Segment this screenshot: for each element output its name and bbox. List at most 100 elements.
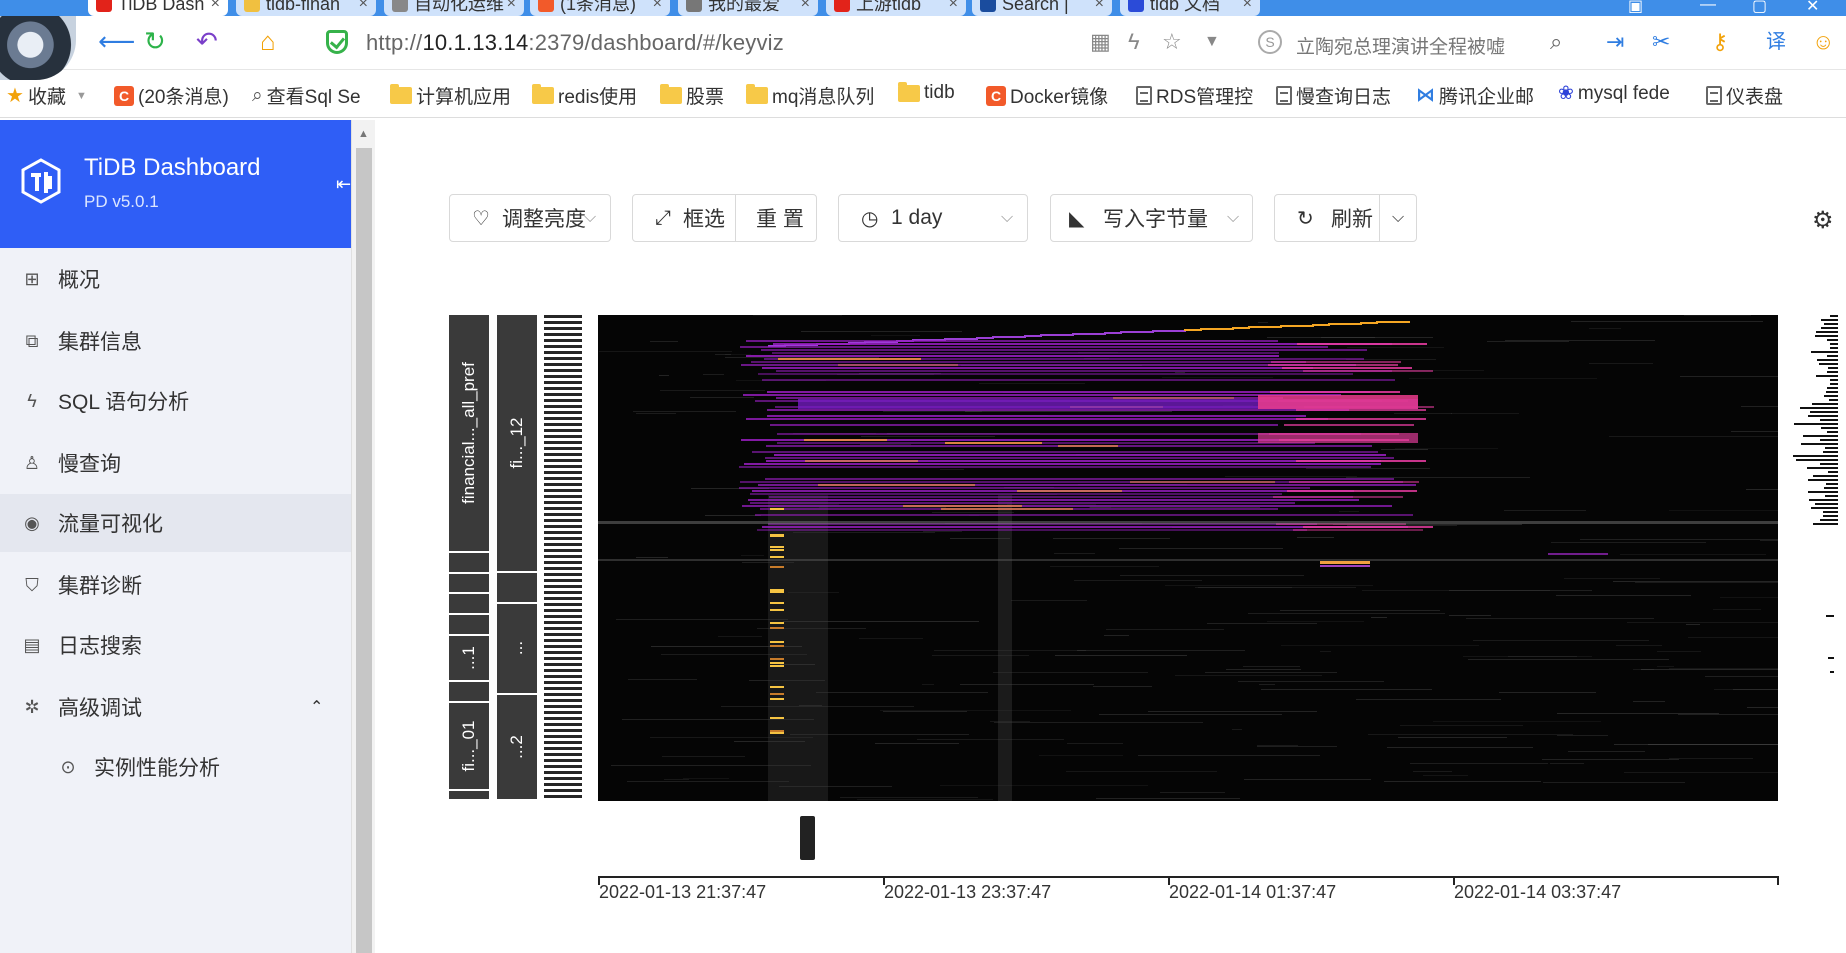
close-window-icon[interactable]: ✕	[1806, 0, 1819, 16]
heatmap-cell	[1296, 409, 1426, 411]
key-label-block[interactable]: fi..._01	[449, 702, 489, 791]
time-brush-handle[interactable]	[800, 816, 815, 860]
translate-icon[interactable]: 译	[1766, 30, 1786, 54]
close-icon[interactable]: ×	[1243, 0, 1252, 14]
bookmark-item[interactable]: ❀ mysql fede	[1558, 82, 1670, 105]
key-label-block[interactable]: ...	[497, 603, 537, 695]
bookmark-item[interactable]: ⋈ 腾讯企业邮	[1416, 82, 1534, 109]
time-range-select[interactable]: ◷ 1 day ⌵	[838, 194, 1028, 242]
auto-refresh-dropdown[interactable]: ⌵	[1379, 194, 1417, 242]
keyviz-heatmap[interactable]	[598, 315, 1778, 801]
maximize-icon[interactable]: ▢	[1752, 0, 1767, 16]
refresh-button[interactable]: ↻ 刷新	[1274, 194, 1380, 242]
scroll-up-icon[interactable]: ▲	[358, 128, 369, 140]
close-icon[interactable]: ×	[949, 0, 958, 14]
url-field[interactable]: http://10.1.13.14:2379/dashboard/#/keyvi…	[366, 30, 784, 56]
key-label-block[interactable]	[449, 790, 489, 801]
heatmap-cell	[875, 743, 959, 744]
heatmap-cell	[880, 710, 1071, 711]
browser-tab[interactable]: TiDB Dash ×	[88, 0, 228, 16]
brightness-button[interactable]: ♡ 调整亮度 ⌵	[449, 194, 611, 242]
heatmap-cell	[1011, 600, 1087, 601]
box-select-button[interactable]: ⤢ 框选	[632, 194, 736, 242]
sidebar-item-bell[interactable]: ♙ 慢查询	[0, 434, 351, 492]
sidebar-item-grid[interactable]: ⊞ 概况	[0, 250, 351, 308]
settings-gear-icon[interactable]: ⚙	[1812, 206, 1834, 235]
lightning-icon[interactable]: ϟ	[1128, 30, 1140, 54]
restore-icon[interactable]: ▣	[1628, 0, 1643, 16]
chevron-down-icon[interactable]: ▼	[1204, 30, 1220, 54]
bookmark-item[interactable]: 计算机应用	[390, 82, 511, 109]
reset-button[interactable]: 重 置	[735, 194, 817, 242]
sidebar-scrollbar[interactable]: ▲	[351, 120, 375, 953]
browser-tab[interactable]: 我的最爱 ×	[678, 0, 818, 16]
browser-tab[interactable]: Search | ×	[972, 0, 1112, 16]
close-icon[interactable]: ×	[653, 0, 662, 14]
close-icon[interactable]: ×	[801, 0, 810, 14]
sidebar-item-cluster[interactable]: ⧉ 集群信息	[0, 312, 351, 370]
bookmark-item[interactable]: 仪表盘	[1706, 82, 1783, 109]
browser-tab[interactable]: 自动化运维 ×	[384, 0, 524, 16]
sidebar-item-label: 高级调试	[58, 697, 142, 720]
sidebar-item-bug[interactable]: ✲ 高级调试 ⌃	[0, 678, 351, 736]
key-label-block[interactable]: ...1	[449, 635, 489, 683]
bookmark-item[interactable]: C Docker镜像	[986, 82, 1108, 109]
heatmap-cell	[1054, 553, 1095, 554]
bookmark-item[interactable]: RDS管理控	[1136, 82, 1253, 109]
browser-tab[interactable]: tidb-finan ×	[236, 0, 376, 16]
bookmark-item[interactable]: redis使用	[532, 82, 637, 109]
qr-code-icon[interactable]: ▦	[1090, 30, 1111, 54]
bookmark-item[interactable]: C (20条消息)	[114, 82, 229, 109]
search-icon[interactable]: ⌕	[1550, 30, 1562, 54]
browser-tab[interactable]: (1条消息) ×	[530, 0, 670, 16]
close-icon[interactable]: ×	[507, 0, 516, 14]
key-label-block[interactable]	[449, 614, 489, 636]
heatmap-cell	[1055, 655, 1187, 656]
sidebar-item-file-search[interactable]: ▤ 日志搜索	[0, 616, 351, 674]
bookmark-item[interactable]: 慢查询日志	[1276, 82, 1391, 109]
login-icon[interactable]: ⇥	[1606, 30, 1624, 54]
metric-select[interactable]: ◣ 写入字节量 ⌵	[1050, 194, 1253, 242]
histogram-bar	[1830, 383, 1838, 385]
key-label-block[interactable]	[497, 573, 537, 604]
sidebar-item-eye[interactable]: ◉ 流量可视化	[0, 494, 351, 552]
key-label-block[interactable]: fi..._12	[497, 315, 537, 574]
key-icon[interactable]: ⚷	[1712, 30, 1728, 54]
home-icon[interactable]: ⌂	[260, 28, 276, 54]
histogram-bar	[1827, 371, 1838, 373]
scissors-icon[interactable]: ✂	[1652, 30, 1670, 54]
browser-tab[interactable]: tidb 文档 ×	[1120, 0, 1260, 16]
close-icon[interactable]: ×	[1095, 0, 1104, 14]
reload-icon[interactable]: ↻	[144, 28, 166, 54]
scrollbar-thumb[interactable]	[356, 148, 372, 953]
bookmark-item[interactable]: 股票	[660, 82, 724, 109]
heatmap-hotspot	[770, 658, 784, 660]
heatmap-cell	[1074, 580, 1202, 581]
bookmark-item[interactable]: tidb	[898, 81, 955, 104]
star-icon[interactable]: ☆	[1162, 30, 1182, 54]
undo-icon[interactable]: ↶	[196, 28, 218, 54]
sidebar-item-target[interactable]: ⊙ 实例性能分析	[0, 738, 351, 796]
key-label-block[interactable]	[449, 573, 489, 595]
tab-favicon-icon	[244, 0, 260, 12]
bookmark-item[interactable]: mq消息队列	[746, 82, 874, 109]
close-icon[interactable]: ×	[211, 0, 220, 14]
collapse-menu-icon[interactable]: ⇤	[336, 174, 351, 195]
key-label-block[interactable]: financial..._all_pref	[449, 315, 489, 553]
search-hint[interactable]: 立陶宛总理演讲全程被嘘	[1296, 32, 1505, 59]
back-icon[interactable]: ⟵	[98, 28, 135, 54]
sidebar-item-shield[interactable]: ⛉ 集群诊断	[0, 556, 351, 614]
close-icon[interactable]: ×	[359, 0, 368, 14]
key-label-block[interactable]	[449, 594, 489, 615]
heatmap-cell	[778, 358, 921, 360]
key-label-block[interactable]	[449, 682, 489, 703]
key-label-block[interactable]: ...2	[497, 694, 537, 801]
minimize-icon[interactable]: —	[1700, 0, 1716, 14]
smiley-icon[interactable]: ☺	[1812, 30, 1834, 54]
key-label-block[interactable]	[449, 552, 489, 574]
bookmark-item[interactable]: ⌕ 查看Sql Se	[252, 82, 361, 109]
sidebar-item-lightning[interactable]: ϟ SQL 语句分析	[0, 372, 351, 430]
browser-tab[interactable]: 上游tidb ×	[826, 0, 966, 16]
bookmark-item[interactable]: ★ 收藏 ▼	[6, 82, 87, 109]
heatmap-cell	[1556, 595, 1691, 596]
